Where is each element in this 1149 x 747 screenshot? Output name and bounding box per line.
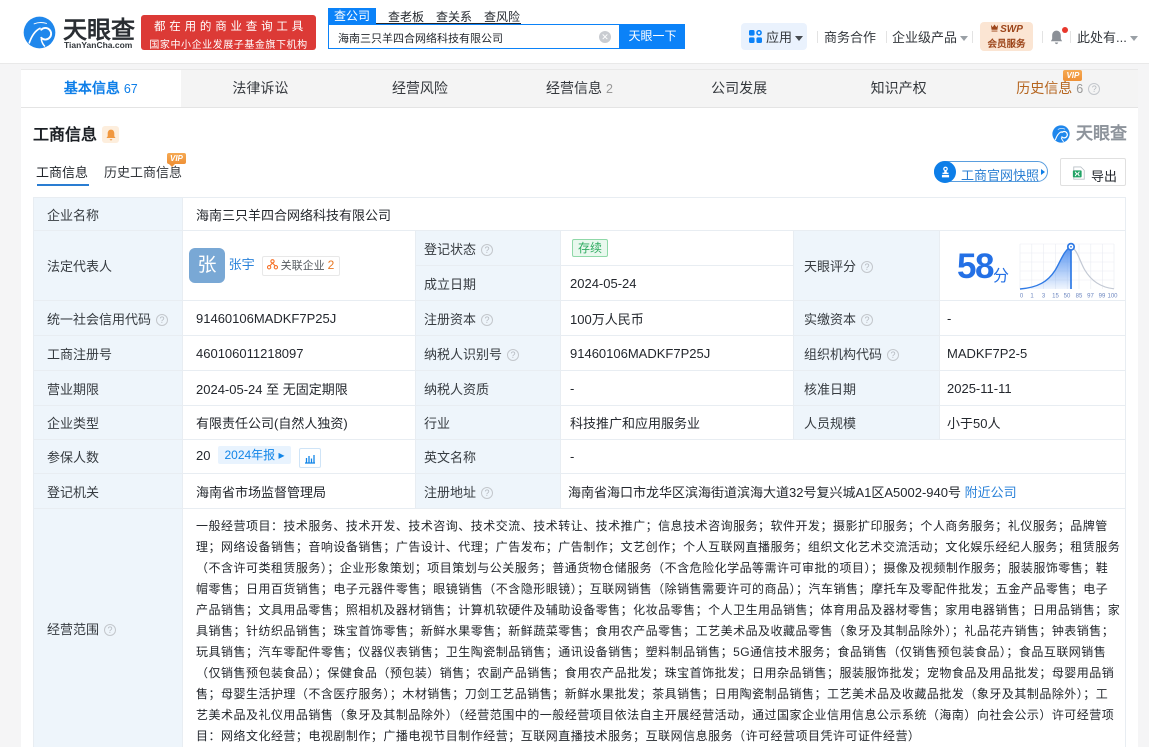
svg-text:15: 15 <box>1052 294 1059 300</box>
svg-text:85: 85 <box>1076 294 1083 300</box>
svg-text:1: 1 <box>1030 294 1034 300</box>
svg-text:50: 50 <box>1064 294 1071 300</box>
svg-text:100: 100 <box>1107 294 1118 300</box>
svg-text:3: 3 <box>1042 294 1046 300</box>
svg-text:0: 0 <box>1020 294 1024 300</box>
svg-text:99: 99 <box>1099 294 1106 300</box>
svg-text:97: 97 <box>1087 294 1094 300</box>
